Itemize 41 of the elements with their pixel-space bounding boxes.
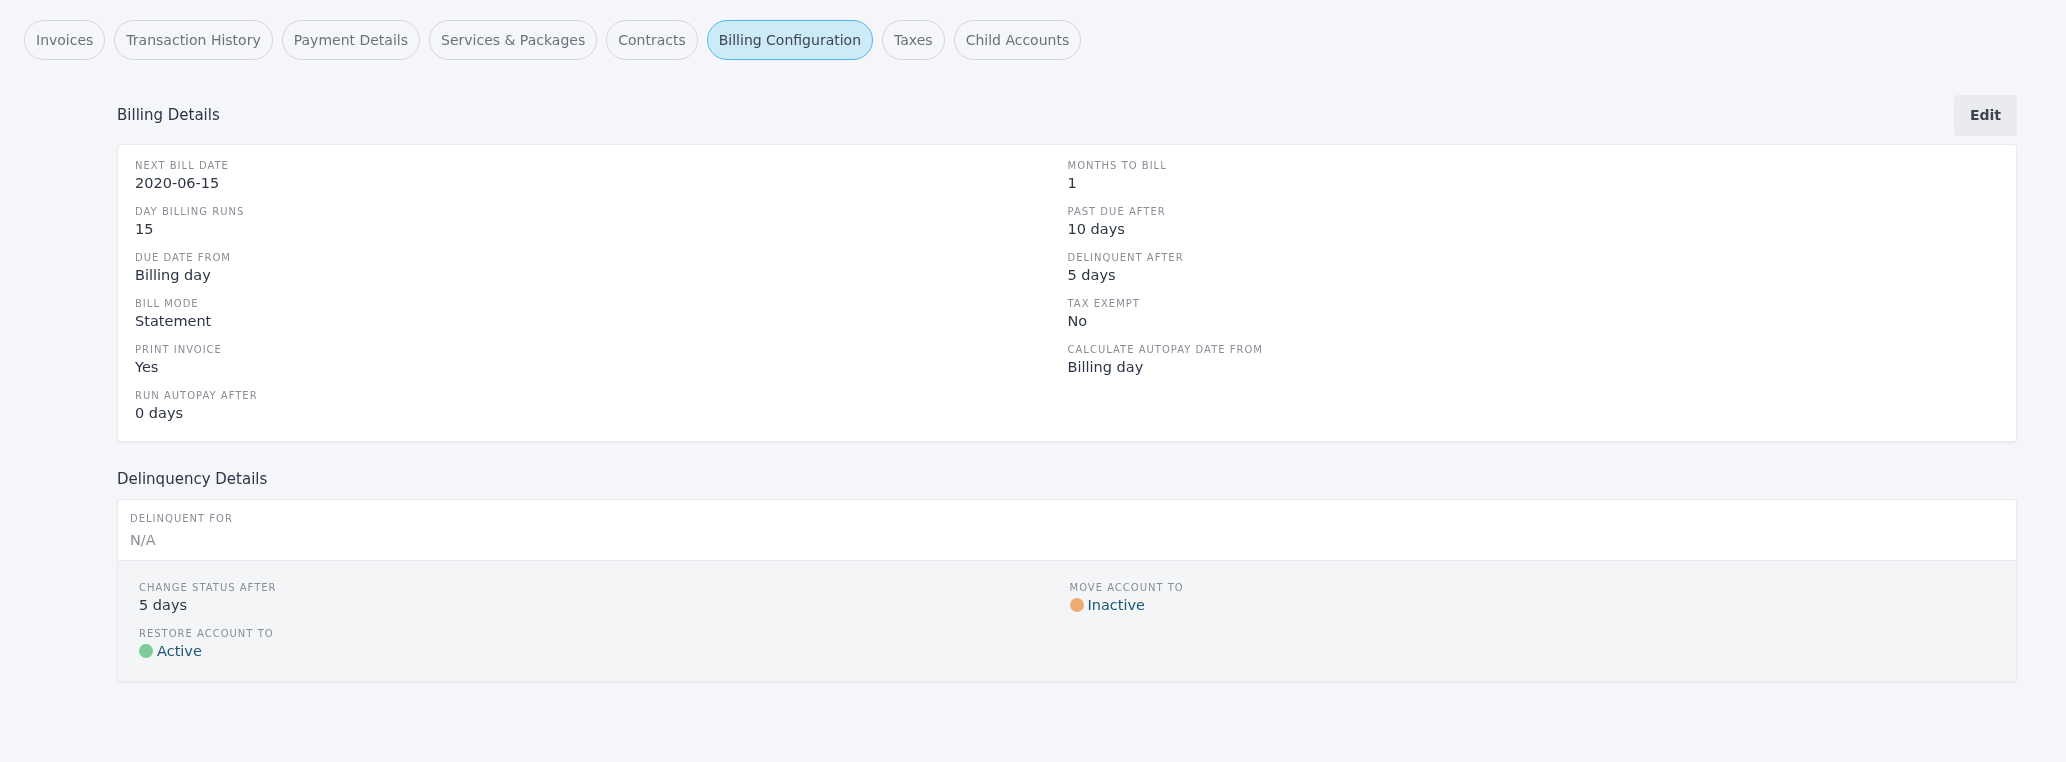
field-value: 2020-06-15 (135, 174, 221, 193)
tab[interactable]: Child Accounts (953, 20, 1082, 60)
field-value: 15 (135, 220, 155, 239)
field-label: DAY BILLING RUNS (135, 205, 246, 219)
tab[interactable]: Services & Packages (429, 20, 598, 60)
field-value: 10 days (1067, 220, 1126, 239)
edit-button[interactable]: Edit (1953, 95, 2017, 136)
status-value: Active (157, 641, 202, 661)
field-value: 0 days (135, 404, 185, 423)
field-label: BILL MODE (135, 297, 200, 311)
field-label: DELINQUENT AFTER (1067, 251, 1185, 265)
field-label: DELINQUENT FOR (130, 511, 234, 526)
field-value: Billing day (135, 266, 212, 285)
field-label: MONTHS TO BILL (1067, 159, 1168, 173)
tab[interactable]: Billing Configuration (706, 20, 874, 60)
field-label: CHANGE STATUS AFTER (139, 580, 278, 595)
tab[interactable]: Payment Details (281, 20, 420, 60)
status-value: Inactive (1087, 595, 1146, 615)
field-value: 5 days (139, 595, 189, 615)
field-value: Billing day (1067, 358, 1145, 377)
field-label: DUE DATE FROM (135, 251, 232, 265)
field-label: MOVE ACCOUNT TO (1069, 580, 1185, 595)
field-label: NEXT BILL DATE (135, 159, 230, 173)
section-title: Delinquency Details (117, 469, 269, 490)
field-value: Yes (135, 358, 160, 377)
tab[interactable]: Transaction History (114, 20, 273, 60)
field-label: RESTORE ACCOUNT TO (139, 626, 275, 641)
section-title: Billing Details (117, 105, 220, 127)
tab[interactable]: Contracts (606, 20, 698, 60)
field-value: N/A (130, 530, 157, 550)
field-label: CALCULATE AUTOPAY DATE FROM (1067, 343, 1264, 357)
field-value: No (1067, 312, 1089, 331)
field-value: 5 days (1067, 266, 1117, 285)
field-value: 1 (1067, 174, 1078, 193)
field-label: TAX EXEMPT (1067, 297, 1141, 311)
tab[interactable]: Invoices (24, 20, 106, 60)
field-value: Statement (135, 312, 213, 331)
field-label: PRINT INVOICE (135, 343, 223, 357)
field-label: RUN AUTOPAY AFTER (135, 389, 259, 403)
field-label: PAST DUE AFTER (1067, 205, 1167, 219)
tab[interactable]: Taxes (882, 20, 945, 60)
